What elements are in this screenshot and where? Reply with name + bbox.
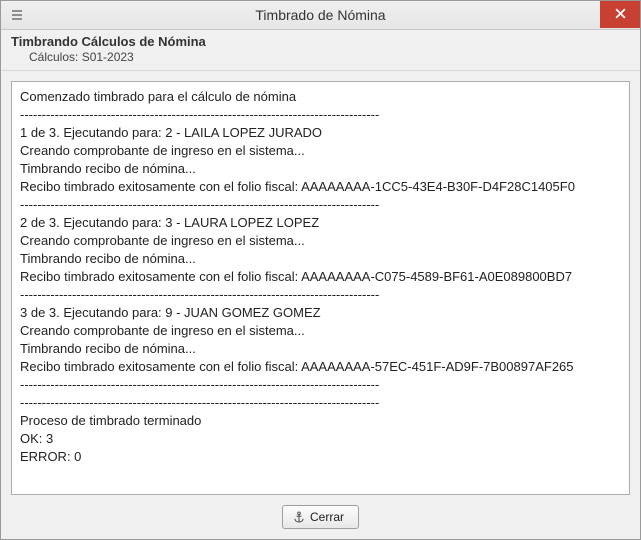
log-line: ----------------------------------------… bbox=[20, 394, 621, 412]
window-close-button[interactable] bbox=[600, 1, 640, 28]
dialog-header: Timbrando Cálculos de Nómina Cálculos: S… bbox=[1, 30, 640, 71]
log-line: Comenzado timbrado para el cálculo de nó… bbox=[20, 88, 621, 106]
app-icon bbox=[9, 7, 25, 23]
log-line: OK: 3 bbox=[20, 430, 621, 448]
close-button[interactable]: Cerrar bbox=[282, 505, 359, 529]
log-line: 3 de 3. Ejecutando para: 9 - JUAN GOMEZ … bbox=[20, 304, 621, 322]
window-title: Timbrado de Nómina bbox=[1, 7, 640, 23]
log-line: Creando comprobante de ingreso en el sis… bbox=[20, 322, 621, 340]
header-title: Timbrando Cálculos de Nómina bbox=[11, 34, 630, 49]
log-line: ERROR: 0 bbox=[20, 448, 621, 466]
log-line: Proceso de timbrado terminado bbox=[20, 412, 621, 430]
log-line: ----------------------------------------… bbox=[20, 106, 621, 124]
log-line: Creando comprobante de ingreso en el sis… bbox=[20, 232, 621, 250]
log-line: ----------------------------------------… bbox=[20, 376, 621, 394]
log-line: Recibo timbrado exitosamente con el foli… bbox=[20, 358, 621, 376]
dialog-content: Comenzado timbrado para el cálculo de nó… bbox=[1, 71, 640, 539]
log-line: Timbrando recibo de nómina... bbox=[20, 250, 621, 268]
close-icon bbox=[615, 7, 626, 22]
anchor-icon bbox=[293, 511, 305, 523]
log-line: 2 de 3. Ejecutando para: 3 - LAURA LOPEZ… bbox=[20, 214, 621, 232]
log-line: Creando comprobante de ingreso en el sis… bbox=[20, 142, 621, 160]
log-line: Timbrando recibo de nómina... bbox=[20, 340, 621, 358]
log-line: ----------------------------------------… bbox=[20, 196, 621, 214]
dialog-window: Timbrado de Nómina Timbrando Cálculos de… bbox=[0, 0, 641, 540]
titlebar: Timbrado de Nómina bbox=[1, 1, 640, 30]
log-line: Timbrando recibo de nómina... bbox=[20, 160, 621, 178]
log-line: Recibo timbrado exitosamente con el foli… bbox=[20, 178, 621, 196]
log-line: Recibo timbrado exitosamente con el foli… bbox=[20, 268, 621, 286]
log-line: ----------------------------------------… bbox=[20, 286, 621, 304]
dialog-footer: Cerrar bbox=[11, 495, 630, 539]
log-textarea[interactable]: Comenzado timbrado para el cálculo de nó… bbox=[11, 81, 630, 495]
close-button-label: Cerrar bbox=[310, 510, 344, 524]
header-subtitle: Cálculos: S01-2023 bbox=[29, 50, 630, 64]
log-line: 1 de 3. Ejecutando para: 2 - LAILA LOPEZ… bbox=[20, 124, 621, 142]
